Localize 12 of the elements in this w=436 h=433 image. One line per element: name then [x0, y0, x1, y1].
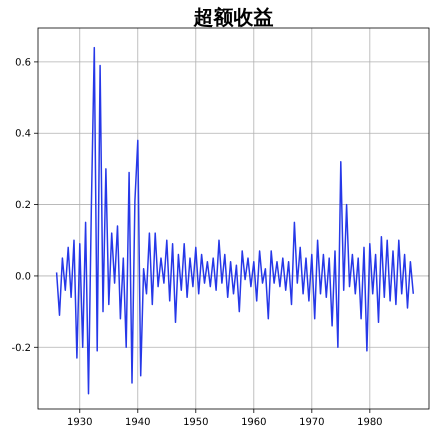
- tick-label: 0.4: [15, 128, 31, 140]
- tick-label: 0.6: [15, 57, 31, 68]
- chart-title: 超额收益: [194, 5, 274, 29]
- tick-label: 1930: [67, 417, 92, 428]
- tick-label: 1970: [299, 417, 325, 428]
- tick-label: -0.2: [11, 342, 31, 354]
- tick-label: 0.2: [15, 200, 31, 212]
- tick-label: 1940: [125, 417, 150, 428]
- tick-label: 1950: [183, 417, 209, 428]
- tick-label: 1980: [357, 417, 383, 428]
- tick-label: 0.0: [15, 271, 31, 282]
- tick-label: 1960: [241, 417, 267, 428]
